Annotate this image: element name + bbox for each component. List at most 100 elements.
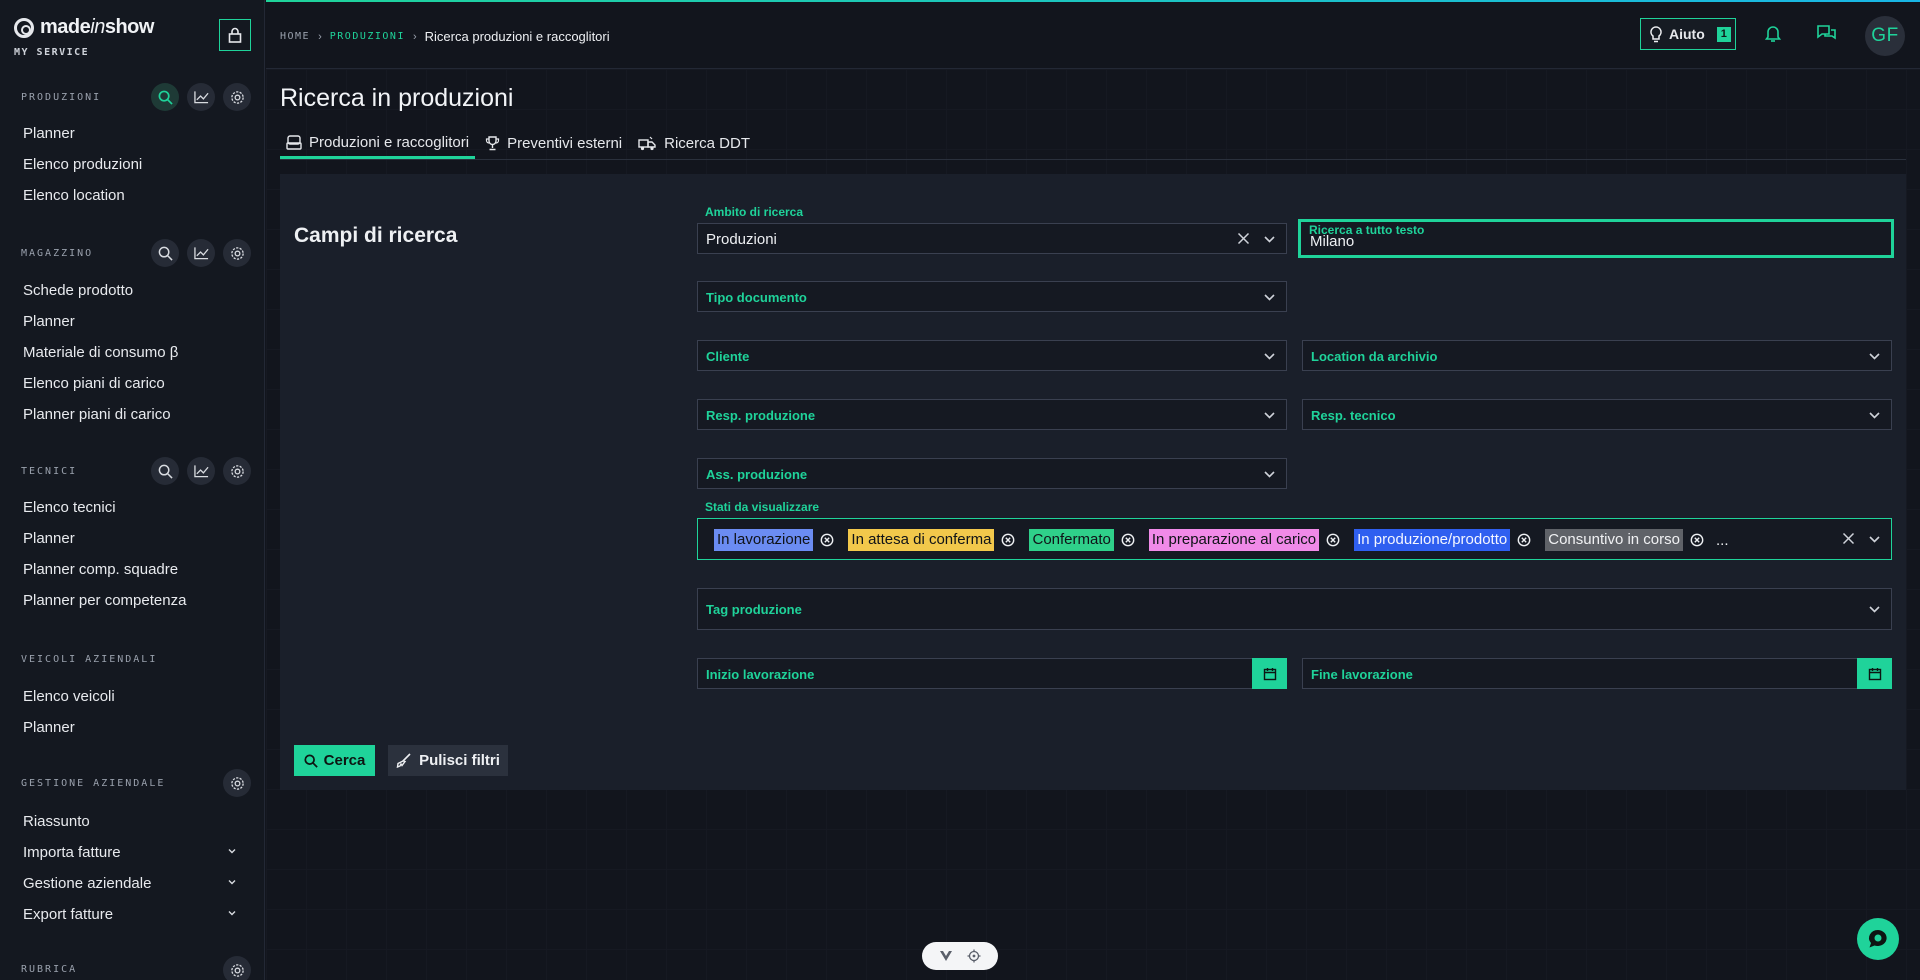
- avatar[interactable]: GF: [1865, 16, 1905, 56]
- brand[interactable]: madeinshow MY SERVICE: [14, 16, 154, 58]
- gear-icon[interactable]: [223, 83, 251, 111]
- chevron-down-icon: [1264, 412, 1275, 419]
- panel-title: Campi di ricerca: [294, 224, 458, 247]
- clear-filters-label: Pulisci filtri: [419, 752, 500, 769]
- chat-icon[interactable]: [1816, 24, 1837, 47]
- remove-chip-icon[interactable]: [1121, 533, 1135, 547]
- resp-produzione-select[interactable]: Resp. produzione: [697, 399, 1287, 430]
- sidebar-item-label: Export fatture: [23, 906, 114, 923]
- tabs: Produzioni e raccoglitori Preventivi est…: [280, 128, 1906, 160]
- inizio-lavorazione-date[interactable]: Inizio lavorazione: [697, 658, 1287, 689]
- breadcrumb-home[interactable]: HOME: [280, 31, 310, 42]
- sidebar-item-planner[interactable]: Planner: [0, 118, 264, 149]
- search-icon[interactable]: [151, 457, 179, 485]
- search-button[interactable]: Cerca: [294, 745, 375, 776]
- location-label: Location da archivio: [1311, 349, 1438, 364]
- calendar-button[interactable]: [1857, 658, 1892, 689]
- search-button-label: Cerca: [323, 752, 366, 769]
- tipo-documento-select[interactable]: Tipo documento: [697, 281, 1287, 312]
- remove-chip-icon[interactable]: [1690, 533, 1704, 547]
- sidebar-item-elenco-location[interactable]: Elenco location: [0, 180, 264, 211]
- page-title: Ricerca in produzioni: [280, 84, 514, 112]
- remove-chip-icon[interactable]: [820, 533, 834, 547]
- section-title: RUBRICA: [21, 963, 78, 975]
- sidebar-item-planner[interactable]: Planner: [0, 712, 264, 743]
- inizio-lavorazione-label: Inizio lavorazione: [706, 667, 815, 682]
- chevron-down-icon[interactable]: [1868, 533, 1881, 546]
- tag-produzione-label: Tag produzione: [706, 602, 802, 617]
- bell-icon[interactable]: [1764, 24, 1782, 48]
- sidebar-item-elenco-veicoli[interactable]: Elenco veicoli: [0, 681, 264, 712]
- fine-lavorazione-date[interactable]: Fine lavorazione: [1302, 658, 1892, 689]
- sidebar-section-magazzino: MAGAZZINO Schede prodotto Planner Materi…: [0, 235, 264, 430]
- stati-multiselect[interactable]: In lavorazione In attesa di conferma Con…: [697, 518, 1892, 560]
- sidebar-item-materiale-consumo[interactable]: Materiale di consumo β: [0, 337, 264, 368]
- ambito-select[interactable]: Produzioni: [697, 223, 1287, 254]
- fulltext-search-input[interactable]: Ricerca a tutto testo Milano: [1299, 220, 1893, 257]
- box-stack-icon: [286, 134, 302, 150]
- vue-logo-icon[interactable]: [939, 950, 953, 962]
- lock-icon: [228, 27, 242, 43]
- sidebar-item-label: Gestione aziendale: [23, 875, 152, 892]
- location-select[interactable]: Location da archivio: [1302, 340, 1892, 371]
- calendar-icon: [1263, 667, 1276, 680]
- search-icon[interactable]: [151, 239, 179, 267]
- clear-icon[interactable]: [1842, 532, 1855, 545]
- section-title: GESTIONE AZIENDALE: [21, 777, 166, 789]
- chart-icon[interactable]: [187, 83, 215, 111]
- ass-produzione-select[interactable]: Ass. produzione: [697, 458, 1287, 489]
- resp-produzione-label: Resp. produzione: [706, 408, 816, 423]
- top-header: HOME › PRODUZIONI › Ricerca produzioni e…: [266, 2, 1920, 69]
- tab-label: Preventivi esterni: [507, 135, 623, 152]
- sidebar-item-planner-comp-squadre[interactable]: Planner comp. squadre: [0, 554, 264, 585]
- chevron-down-icon[interactable]: [1263, 233, 1276, 246]
- chart-icon[interactable]: [187, 239, 215, 267]
- target-icon[interactable]: [967, 949, 981, 963]
- sidebar-item-planner[interactable]: Planner: [0, 523, 264, 554]
- clear-icon[interactable]: [1237, 232, 1250, 245]
- sidebar-item-planner[interactable]: Planner: [0, 306, 264, 337]
- lock-sidebar-button[interactable]: [219, 19, 251, 51]
- clear-filters-button[interactable]: Pulisci filtri: [388, 745, 508, 776]
- gear-icon[interactable]: [223, 239, 251, 267]
- support-chat-button[interactable]: [1857, 918, 1899, 960]
- search-icon[interactable]: [151, 83, 179, 111]
- tab-produzioni-raccoglitori[interactable]: Produzioni e raccoglitori: [280, 128, 476, 159]
- sidebar-section-tecnici: TECNICI Elenco tecnici Planner Planner c…: [0, 453, 264, 616]
- tag-produzione-select[interactable]: Tag produzione: [697, 588, 1892, 630]
- calendar-button[interactable]: [1252, 658, 1287, 689]
- help-button[interactable]: Aiuto 1: [1640, 18, 1736, 50]
- sidebar-item-riassunto[interactable]: Riassunto: [0, 806, 264, 837]
- sidebar-item-export-fatture[interactable]: Export fatture: [0, 899, 264, 930]
- sidebar-item-elenco-produzioni[interactable]: Elenco produzioni: [0, 149, 264, 180]
- ass-produzione-label: Ass. produzione: [706, 467, 808, 482]
- sidebar-item-gestione-aziendale[interactable]: Gestione aziendale: [0, 868, 264, 899]
- chart-icon[interactable]: [187, 457, 215, 485]
- sidebar-item-planner-competenza[interactable]: Planner per competenza: [0, 585, 264, 616]
- sidebar-item-piani-carico[interactable]: Elenco piani di carico: [0, 368, 264, 399]
- gear-icon[interactable]: [223, 956, 251, 980]
- remove-chip-icon[interactable]: [1326, 533, 1340, 547]
- sidebar-item-schede-prodotto[interactable]: Schede prodotto: [0, 275, 264, 306]
- gear-icon[interactable]: [223, 769, 251, 797]
- cliente-select[interactable]: Cliente: [697, 340, 1287, 371]
- sidebar-item-elenco-tecnici[interactable]: Elenco tecnici: [0, 492, 264, 523]
- gear-icon[interactable]: [223, 457, 251, 485]
- sidebar-item-importa-fatture[interactable]: Importa fatture: [0, 837, 264, 868]
- remove-chip-icon[interactable]: [1517, 533, 1531, 547]
- more-chips: ...: [1715, 531, 1729, 549]
- breadcrumb-produzioni[interactable]: PRODUZIONI: [330, 31, 405, 42]
- fine-lavorazione-label: Fine lavorazione: [1311, 667, 1413, 682]
- sidebar-item-planner-piani-carico[interactable]: Planner piani di carico: [0, 399, 264, 430]
- help-badge: 1: [1716, 26, 1731, 42]
- tab-ricerca-ddt[interactable]: Ricerca DDT: [632, 128, 756, 159]
- tab-preventivi-esterni[interactable]: Preventivi esterni: [479, 128, 628, 159]
- resp-tecnico-select[interactable]: Resp. tecnico: [1302, 399, 1892, 430]
- fulltext-value: Milano: [1310, 233, 1355, 250]
- brand-subtitle: MY SERVICE: [14, 47, 90, 58]
- remove-chip-icon[interactable]: [1001, 533, 1015, 547]
- chevron-down-icon: [1869, 412, 1880, 419]
- brand-logo-icon: [14, 17, 34, 38]
- breadcrumb-current: Ricerca produzioni e raccoglitori: [424, 29, 610, 44]
- chip-confermato: Confermato: [1029, 529, 1114, 551]
